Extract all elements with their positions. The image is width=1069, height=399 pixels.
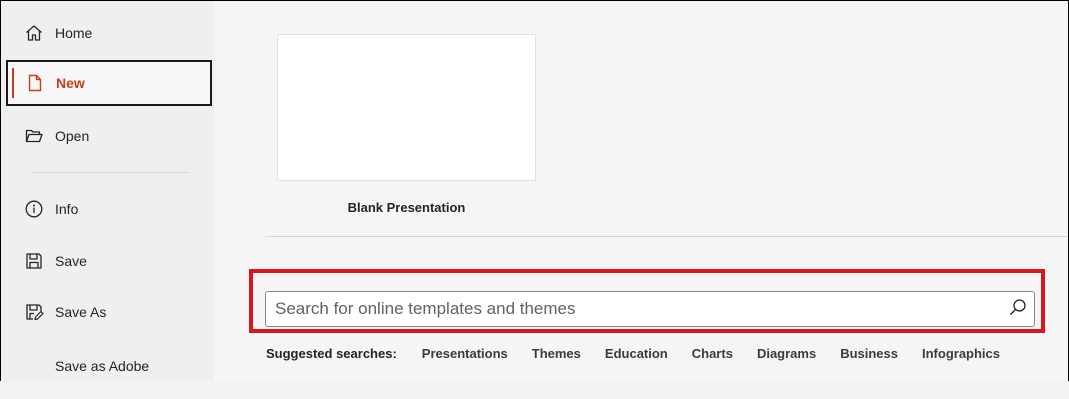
sidebar-item-label: Home (55, 25, 93, 41)
suggested-link-charts[interactable]: Charts (692, 346, 733, 361)
blank-presentation-thumbnail[interactable] (277, 34, 536, 181)
sidebar-item-save[interactable]: Save (7, 238, 211, 284)
suggested-link-infographics[interactable]: Infographics (922, 346, 1000, 361)
sidebar-divider (31, 172, 189, 173)
suggested-link-presentations[interactable]: Presentations (422, 346, 508, 361)
sidebar-item-label: Open (55, 128, 90, 144)
suggested-link-education[interactable]: Education (605, 346, 668, 361)
save-icon (23, 250, 45, 272)
home-icon (23, 22, 45, 44)
suggested-link-business[interactable]: Business (840, 346, 898, 361)
template-search-input[interactable] (266, 298, 1002, 320)
sidebar-item-label: New (56, 75, 85, 91)
sidebar-item-new[interactable]: New (6, 60, 212, 106)
search-button[interactable] (1002, 293, 1034, 325)
suggested-searches-label: Suggested searches: (266, 346, 397, 361)
sidebar-item-label: Save As (55, 304, 107, 320)
sidebar-item-save-as-adobe[interactable]: Save as Adobe (7, 353, 211, 399)
save-as-icon (23, 301, 45, 323)
sidebar-item-open[interactable]: Open (7, 113, 211, 159)
blank-icon-slot (23, 353, 45, 375)
sidebar-item-home[interactable]: Home (7, 10, 211, 56)
sidebar-item-label: Save as Adobe (55, 358, 150, 374)
search-icon (1008, 297, 1028, 322)
suggested-searches: Suggested searches: Presentations Themes… (266, 346, 1000, 361)
suggested-link-diagrams[interactable]: Diagrams (757, 346, 816, 361)
sidebar-item-label: Save (55, 253, 87, 269)
suggested-link-themes[interactable]: Themes (532, 346, 581, 361)
backstage-sidebar: Home New Open Info Save Save As Save as (1, 1, 214, 381)
sidebar-item-info[interactable]: Info (7, 186, 211, 232)
blank-presentation-caption[interactable]: Blank Presentation (277, 200, 536, 215)
info-icon (23, 198, 45, 220)
sidebar-item-label: Info (55, 201, 79, 217)
new-page-content: Blank Presentation Suggested searches: P… (214, 1, 1068, 381)
new-document-icon (24, 72, 46, 94)
sidebar-item-save-as[interactable]: Save As (7, 289, 211, 335)
template-search-box (265, 291, 1035, 327)
section-divider (265, 236, 1068, 237)
folder-open-icon (23, 125, 45, 147)
